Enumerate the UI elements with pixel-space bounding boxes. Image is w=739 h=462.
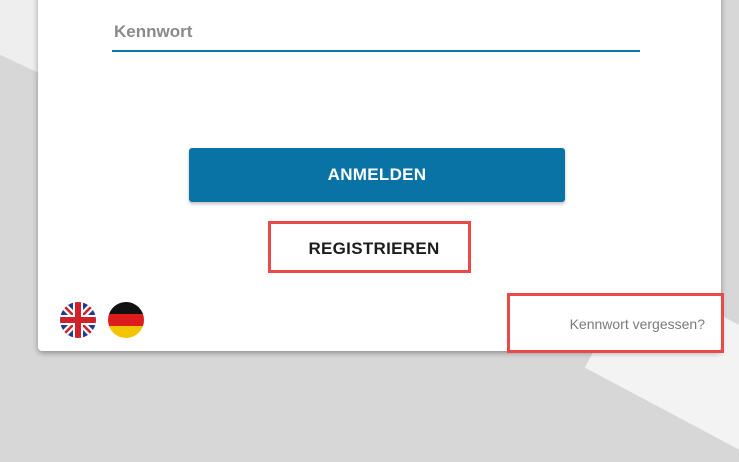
- forgot-password-link[interactable]: Kennwort vergessen?: [570, 316, 705, 332]
- german-flag-icon[interactable]: [108, 302, 144, 338]
- login-card: Kennwort ANMELDEN REGISTRIEREN Kennwort …: [38, 0, 721, 351]
- login-button[interactable]: ANMELDEN: [189, 148, 565, 202]
- password-field[interactable]: Kennwort: [112, 10, 640, 52]
- uk-flag-icon[interactable]: [60, 302, 96, 338]
- register-button[interactable]: REGISTRIEREN: [276, 229, 472, 269]
- password-label: Kennwort: [114, 22, 193, 41]
